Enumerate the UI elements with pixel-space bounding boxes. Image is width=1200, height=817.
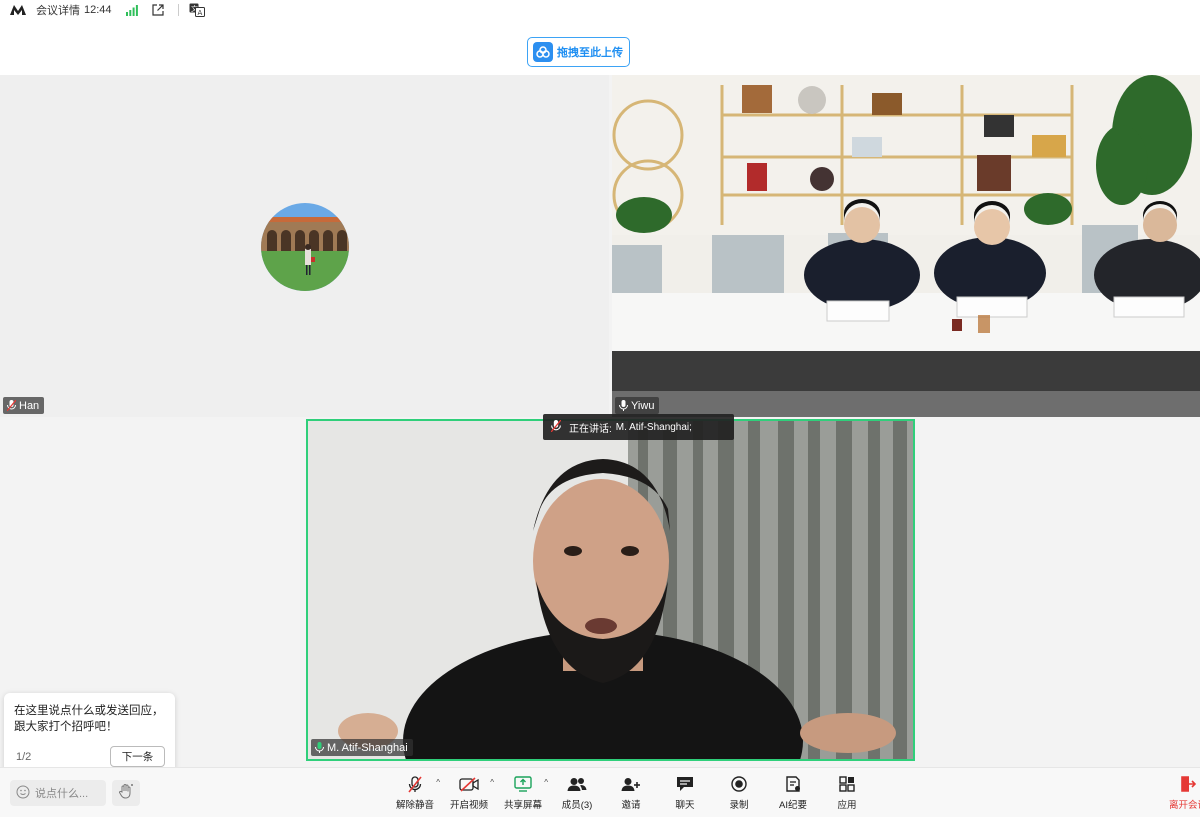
app-logo-icon (10, 5, 26, 15)
chat-icon (674, 774, 696, 794)
upload-cloud-icon (533, 42, 553, 62)
video-tile-atif-active-speaker[interactable]: M. Atif-Shanghai (306, 419, 915, 761)
chevron-up-icon[interactable]: ^ (436, 778, 440, 787)
divider (177, 4, 179, 16)
toolbar-buttons: 解除静音 ^ 开启视频 ^ 共享屏幕 ^ 成员(3) 邀请 聊天 录制 AI纪要… (388, 774, 874, 814)
participant-name-tag: M. Atif-Shanghai (311, 739, 413, 756)
title-bar: 会议详情 12:44 文A (0, 0, 1200, 20)
say-placeholder: 说点什么... (35, 788, 89, 800)
say-something-input[interactable]: 说点什么... (10, 780, 106, 806)
chat-tip-counter: 1/2 (16, 751, 32, 763)
mic-muted-icon (404, 774, 426, 794)
tool-label: 录制 (729, 800, 749, 811)
tool-label: 成员(3) (561, 800, 593, 811)
exit-icon (1178, 774, 1198, 794)
video-feed-atif (308, 421, 913, 759)
video-tile-han[interactable]: Han (0, 75, 609, 417)
leave-label: 离开会议 (1168, 800, 1200, 811)
chat-button[interactable]: 聊天 (658, 774, 712, 814)
chevron-up-icon[interactable]: ^ (544, 778, 548, 787)
record-icon (728, 774, 750, 794)
apps-button[interactable]: 应用 (820, 774, 874, 814)
next-tip-button[interactable]: 下一条 (110, 746, 165, 767)
video-tile-yiwu[interactable]: Yiwu (612, 75, 1200, 417)
tool-label: 共享屏幕 (503, 800, 542, 811)
signal-icon[interactable] (122, 2, 142, 18)
tool-label: AI纪要 (779, 800, 807, 811)
tool-label: 解除静音 (395, 800, 434, 811)
members-button[interactable]: 成员(3) (550, 774, 604, 814)
smiley-icon (16, 785, 30, 802)
participant-name: Han (19, 399, 40, 412)
apps-grid-icon (836, 774, 858, 794)
participant-name-tag: Han (3, 397, 45, 414)
tool-label: 聊天 (675, 800, 695, 811)
add-user-icon (620, 774, 642, 794)
chat-tip-message: 在这里说点什么或发送回应，跟大家打个招呼吧！ (14, 705, 164, 733)
mic-muted-icon (550, 419, 562, 435)
leave-meeting-button[interactable]: 离开会议 (1168, 774, 1200, 814)
unmute-button[interactable]: 解除静音 ^ (388, 774, 442, 814)
raise-hand-button[interactable] (112, 780, 140, 806)
participant-name: Yiwu (631, 399, 655, 412)
meeting-details-link[interactable]: 会议详情 (36, 2, 80, 18)
upload-label: 拖拽至此上传 (557, 47, 623, 59)
meeting-toolbar: 说点什么... 解除静音 ^ 开启视频 ^ 共享屏幕 ^ 成员(3) 邀请 聊天… (0, 767, 1200, 817)
start-video-button[interactable]: 开启视频 ^ (442, 774, 496, 814)
camera-off-icon (458, 774, 480, 794)
record-button[interactable]: 录制 (712, 774, 766, 814)
invite-button[interactable]: 邀请 (604, 774, 658, 814)
avatar (261, 203, 349, 291)
participant-name-tag: Yiwu (615, 397, 660, 414)
hand-icon (118, 783, 134, 804)
app-logo (10, 5, 26, 15)
meeting-time: 12:44 (84, 4, 112, 16)
chevron-up-icon[interactable]: ^ (490, 778, 494, 787)
participant-name: M. Atif-Shanghai (327, 741, 408, 754)
ai-notes-icon (782, 774, 804, 794)
mic-muted-icon (6, 400, 16, 412)
tool-label: 开启视频 (449, 800, 488, 811)
speaking-name: M. Atif-Shanghai; (615, 421, 692, 433)
ai-minutes-button[interactable]: AI纪要 (766, 774, 820, 814)
tool-label: 应用 (837, 800, 857, 811)
video-feed-yiwu (612, 75, 1200, 417)
meeting-window: 会议详情 12:44 文A 拖拽至此上传 Han Yiwu M. Atif-Sh… (0, 0, 1200, 817)
chat-tip-popup: 在这里说点什么或发送回应，跟大家打个招呼吧！ 1/2 下一条 (4, 693, 175, 777)
upload-button[interactable]: 拖拽至此上传 (527, 37, 630, 67)
tool-label: 邀请 (621, 800, 641, 811)
mic-speaking-icon (314, 742, 324, 754)
svg-text:A: A (197, 9, 202, 17)
translate-icon[interactable]: 文A (187, 2, 207, 18)
share-screen-icon (512, 774, 534, 794)
mic-icon (618, 400, 628, 412)
speaking-label: 正在讲话: (569, 423, 612, 435)
active-speaker-banner: 正在讲话: M. Atif-Shanghai; (543, 414, 734, 440)
popout-icon[interactable] (148, 2, 168, 18)
members-icon (566, 774, 588, 794)
share-screen-button[interactable]: 共享屏幕 ^ (496, 774, 550, 814)
